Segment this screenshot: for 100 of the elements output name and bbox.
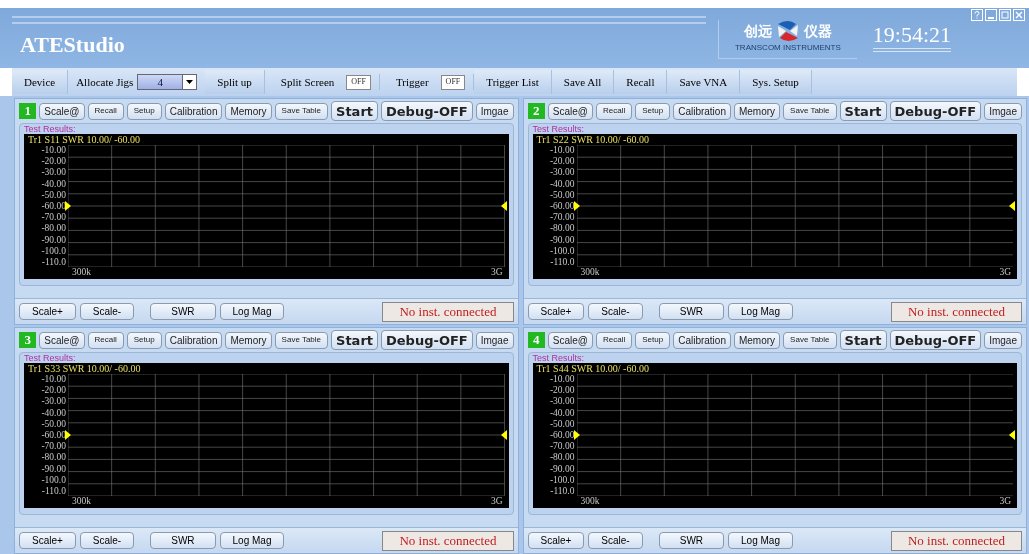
panel-button[interactable]: Save Table [274,331,329,349]
group-label: Test Results: [23,124,77,134]
y-axis-label: -20.00 [549,385,575,396]
toggle-switch[interactable]: OFF [440,74,466,90]
panel-button[interactable]: Debug-OFF [381,101,473,121]
y-axis-label: -30.00 [549,396,575,407]
y-axis-label: -50.00 [549,418,575,429]
footer-button[interactable]: Scale- [588,303,643,320]
panel-button[interactable]: Imgae [475,102,514,120]
footer-button[interactable]: Scale+ [527,303,585,320]
panel-button[interactable]: Memory [733,102,781,120]
jigs-select[interactable]: 4 [137,74,198,90]
maximize-icon[interactable] [999,9,1011,21]
marker-icon [1009,430,1015,440]
x-axis-label: 3G [999,267,1011,277]
minimize-icon[interactable] [985,9,997,21]
toolbar-button[interactable]: Trigger List [474,70,552,94]
toggle-switch[interactable]: OFF [346,74,371,90]
x-axis-label: 300k [580,267,600,277]
toolbar-button[interactable]: Device [12,70,69,94]
panel-button[interactable]: Calibration [673,331,731,349]
panel-button[interactable]: Memory [225,102,272,120]
panel-button[interactable]: Calibration [673,102,731,120]
footer-button[interactable]: SWR [658,303,725,320]
panel-button[interactable]: Recall [596,331,633,349]
panel-button[interactable]: Debug-OFF [889,330,982,350]
panel-button[interactable]: Debug-OFF [889,101,982,121]
footer-button[interactable]: Scale+ [19,532,76,549]
footer-button[interactable]: Scale+ [19,303,76,320]
panel-button[interactable]: Recall [596,102,633,120]
y-axis-label: -80.00 [549,452,575,463]
trace-label: Tr1 S22 SWR 10.00/ -60.00 [536,134,649,145]
close-icon[interactable] [1013,9,1025,21]
panel-button[interactable]: Setup [635,102,671,120]
panel-button[interactable]: Save Table [274,102,329,120]
panel-button[interactable]: Imgae [984,331,1022,349]
y-axis-label: -20.00 [549,156,575,167]
toolbar-button[interactable]: Save VNA [667,70,741,94]
footer-button[interactable]: Log Mag [728,303,793,320]
y-axis-label: -80.00 [549,223,575,234]
footer-button[interactable]: Scale- [588,532,643,549]
panel-button[interactable]: Setup [635,331,671,349]
panel-button[interactable]: Debug-OFF [381,330,473,350]
panel-button[interactable]: Memory [225,331,272,349]
panel-button[interactable]: Imgae [984,102,1022,120]
footer-button[interactable]: Scale- [79,532,135,549]
y-axis-label: -30.00 [41,396,66,407]
footer-button[interactable]: SWR [150,532,216,549]
help-icon[interactable] [971,9,983,21]
footer-button[interactable]: Scale- [79,303,135,320]
toolbar-button[interactable]: Sys. Setup [740,70,812,94]
y-axis-label: -60.00 [549,429,575,440]
panel-number: 2 [527,103,545,119]
footer-button[interactable]: Log Mag [728,532,793,549]
y-axis-label: -20.00 [41,156,66,167]
group-label: Test Results: [531,353,586,363]
footer-button[interactable]: Log Mag [219,532,285,549]
logo-icon [775,20,800,42]
panel-button[interactable]: Calibration [164,102,223,120]
toolbar-button[interactable]: Split up [205,70,265,94]
connection-status: No inst. connected [890,530,1022,551]
y-axis-label: -100.0 [549,245,575,256]
footer-button[interactable]: SWR [150,303,216,320]
panel-button[interactable]: Recall [87,102,124,120]
panel-button[interactable]: Imgae [475,331,514,349]
footer-button[interactable]: SWR [658,532,725,549]
panel-button[interactable]: Calibration [164,331,223,349]
panel-button[interactable]: Scale@ [547,331,593,349]
panel-button[interactable]: Memory [733,331,781,349]
panel-button[interactable]: Start [331,330,378,350]
marker-icon [573,201,580,211]
y-axis-label: -10.00 [41,374,66,384]
panel-button[interactable]: Setup [126,102,162,120]
panel-button[interactable]: Start [839,101,887,121]
marker-icon [65,430,71,440]
footer-button[interactable]: Scale+ [527,532,585,549]
x-axis-label: 300k [72,267,91,277]
y-axis-label: -70.00 [41,212,66,223]
panel-button[interactable]: Recall [87,331,124,349]
panel-button[interactable]: Scale@ [547,102,593,120]
x-axis-label: 3G [490,496,503,506]
y-axis-label: -110.0 [41,256,66,267]
footer-button[interactable]: Log Mag [219,303,285,320]
x-axis-label: 3G [999,496,1011,506]
y-axis-label: -30.00 [549,167,575,178]
panel-button[interactable]: Save Table [783,331,837,349]
panel-button[interactable]: Save Table [783,102,837,120]
y-axis-label: -40.00 [41,407,66,418]
panel-button[interactable]: Scale@ [39,102,85,120]
panel-button[interactable]: Scale@ [39,331,85,349]
y-axis-label: -30.00 [41,167,66,178]
panel-button[interactable]: Setup [126,331,162,349]
toolbar-label: Split Screen [279,74,336,90]
panel-button[interactable]: Start [331,101,378,121]
toolbar-button[interactable]: Save All [551,70,615,94]
toolbar-button[interactable]: Recall [614,70,668,94]
panel-button[interactable]: Start [839,330,887,350]
group-label: Test Results: [531,124,586,134]
y-axis-label: -50.00 [41,189,66,200]
marker-icon [573,430,580,440]
